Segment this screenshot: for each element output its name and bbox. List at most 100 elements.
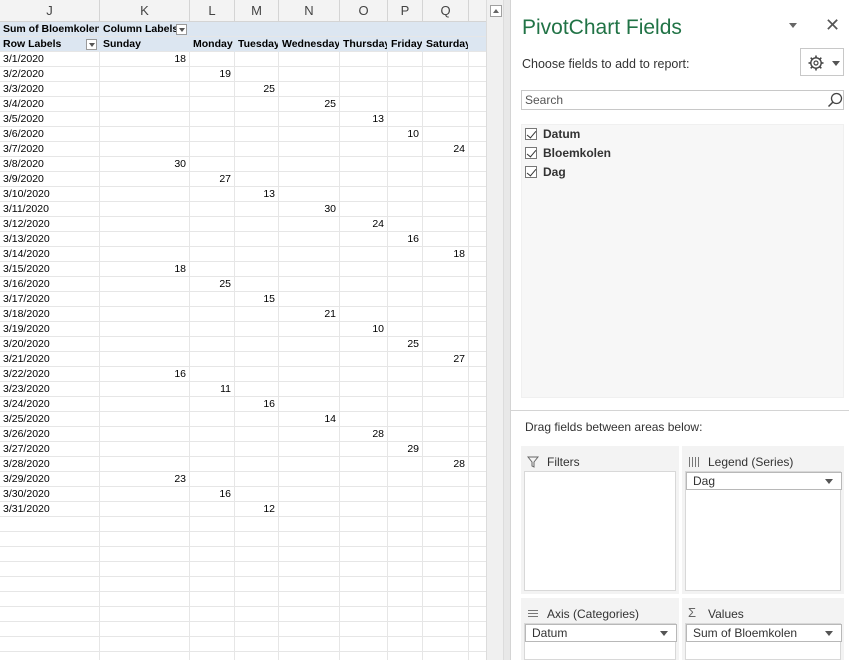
value-cell-monday[interactable]	[190, 52, 235, 67]
value-cell-thursday[interactable]	[340, 397, 388, 412]
value-cell-wednesday[interactable]: 30	[279, 202, 340, 217]
value-cell-wednesday[interactable]	[279, 127, 340, 142]
value-cell-monday[interactable]	[190, 112, 235, 127]
value-cell-sunday[interactable]	[100, 217, 190, 232]
empty-cell[interactable]	[340, 577, 388, 592]
empty-cell[interactable]	[388, 562, 423, 577]
value-cell-monday[interactable]	[190, 367, 235, 382]
value-cell-saturday[interactable]	[423, 487, 469, 502]
value-cell-sunday[interactable]	[100, 352, 190, 367]
value-cell-tuesday[interactable]	[235, 322, 279, 337]
value-cell-sunday[interactable]	[100, 502, 190, 517]
value-cell-friday[interactable]	[388, 292, 423, 307]
empty-cell[interactable]	[190, 637, 235, 652]
row-label-date[interactable]: 3/3/2020	[0, 82, 100, 97]
empty-cell[interactable]	[388, 622, 423, 637]
value-cell-monday[interactable]	[190, 337, 235, 352]
value-cell-wednesday[interactable]	[279, 247, 340, 262]
empty-cell[interactable]	[0, 652, 100, 660]
row-label-date[interactable]: 3/10/2020	[0, 187, 100, 202]
value-cell-sunday[interactable]	[100, 442, 190, 457]
day-header-monday[interactable]: Monday	[190, 37, 235, 52]
value-cell-monday[interactable]	[190, 457, 235, 472]
value-cell-tuesday[interactable]	[235, 412, 279, 427]
value-cell-monday[interactable]	[190, 157, 235, 172]
value-cell-tuesday[interactable]: 25	[235, 82, 279, 97]
value-cell-saturday[interactable]	[423, 232, 469, 247]
value-cell-thursday[interactable]: 24	[340, 217, 388, 232]
empty-cell[interactable]	[388, 577, 423, 592]
value-cell-saturday[interactable]	[423, 127, 469, 142]
empty-row[interactable]	[0, 637, 486, 652]
value-cell-saturday[interactable]	[423, 277, 469, 292]
row-label-date[interactable]: 3/31/2020	[0, 502, 100, 517]
value-cell-saturday[interactable]	[423, 412, 469, 427]
empty-cell[interactable]	[388, 592, 423, 607]
value-cell-friday[interactable]	[388, 67, 423, 82]
value-cell-monday[interactable]	[190, 247, 235, 262]
value-cell-wednesday[interactable]: 14	[279, 412, 340, 427]
value-cell-sunday[interactable]	[100, 307, 190, 322]
value-cell-thursday[interactable]	[340, 352, 388, 367]
value-cell-sunday[interactable]	[100, 142, 190, 157]
value-cell-saturday[interactable]	[423, 262, 469, 277]
value-cell-friday[interactable]: 10	[388, 127, 423, 142]
value-cell-sunday[interactable]: 30	[100, 157, 190, 172]
value-cell-thursday[interactable]	[340, 337, 388, 352]
value-cell-tuesday[interactable]	[235, 217, 279, 232]
value-cell-thursday[interactable]	[340, 472, 388, 487]
value-cell-monday[interactable]	[190, 472, 235, 487]
value-cell-friday[interactable]	[388, 277, 423, 292]
empty-cell[interactable]	[423, 652, 469, 660]
value-cell-monday[interactable]	[190, 397, 235, 412]
empty-cell[interactable]	[0, 547, 100, 562]
empty-cell[interactable]	[235, 652, 279, 660]
empty-cell[interactable]	[279, 592, 340, 607]
value-cell-saturday[interactable]: 27	[423, 352, 469, 367]
value-cell-sunday[interactable]	[100, 202, 190, 217]
value-cell-thursday[interactable]	[340, 232, 388, 247]
empty-cell[interactable]	[388, 652, 423, 660]
row-label-date[interactable]: 3/21/2020	[0, 352, 100, 367]
value-cell-wednesday[interactable]	[279, 142, 340, 157]
empty-cell[interactable]	[100, 547, 190, 562]
empty-cell[interactable]	[100, 607, 190, 622]
row-label-date[interactable]: 3/22/2020	[0, 367, 100, 382]
row-labels-cell[interactable]: Row Labels	[0, 37, 100, 52]
value-cell-wednesday[interactable]	[279, 292, 340, 307]
row-label-date[interactable]: 3/27/2020	[0, 442, 100, 457]
empty-cell[interactable]	[423, 622, 469, 637]
value-cell-monday[interactable]: 19	[190, 67, 235, 82]
value-cell-tuesday[interactable]	[235, 97, 279, 112]
value-cell-thursday[interactable]	[340, 442, 388, 457]
field-search-box[interactable]	[521, 90, 844, 110]
value-cell-thursday[interactable]	[340, 157, 388, 172]
value-cell-wednesday[interactable]	[279, 427, 340, 442]
value-cell-thursday[interactable]: 13	[340, 112, 388, 127]
empty-cell[interactable]	[279, 622, 340, 637]
value-cell-monday[interactable]: 11	[190, 382, 235, 397]
value-cell-saturday[interactable]	[423, 112, 469, 127]
value-cell-sunday[interactable]	[100, 412, 190, 427]
empty-cell[interactable]	[279, 607, 340, 622]
value-cell-tuesday[interactable]	[235, 157, 279, 172]
value-cell-monday[interactable]	[190, 202, 235, 217]
value-cell-friday[interactable]	[388, 187, 423, 202]
value-cell-friday[interactable]	[388, 352, 423, 367]
empty-cell[interactable]	[279, 517, 340, 532]
value-cell-monday[interactable]	[190, 217, 235, 232]
value-cell-wednesday[interactable]	[279, 337, 340, 352]
value-cell-thursday[interactable]	[340, 487, 388, 502]
value-cell-thursday[interactable]	[340, 292, 388, 307]
empty-cell[interactable]	[423, 592, 469, 607]
value-cell-saturday[interactable]: 28	[423, 457, 469, 472]
value-cell-friday[interactable]	[388, 322, 423, 337]
empty-cell[interactable]	[100, 622, 190, 637]
value-cell-thursday[interactable]: 28	[340, 427, 388, 442]
day-header-thursday[interactable]: Thursday	[340, 37, 388, 52]
column-header-q[interactable]: Q	[423, 0, 469, 22]
empty-row[interactable]	[0, 577, 486, 592]
value-cell-tuesday[interactable]	[235, 427, 279, 442]
column-header-o[interactable]: O	[340, 0, 388, 22]
row-label-date[interactable]: 3/13/2020	[0, 232, 100, 247]
